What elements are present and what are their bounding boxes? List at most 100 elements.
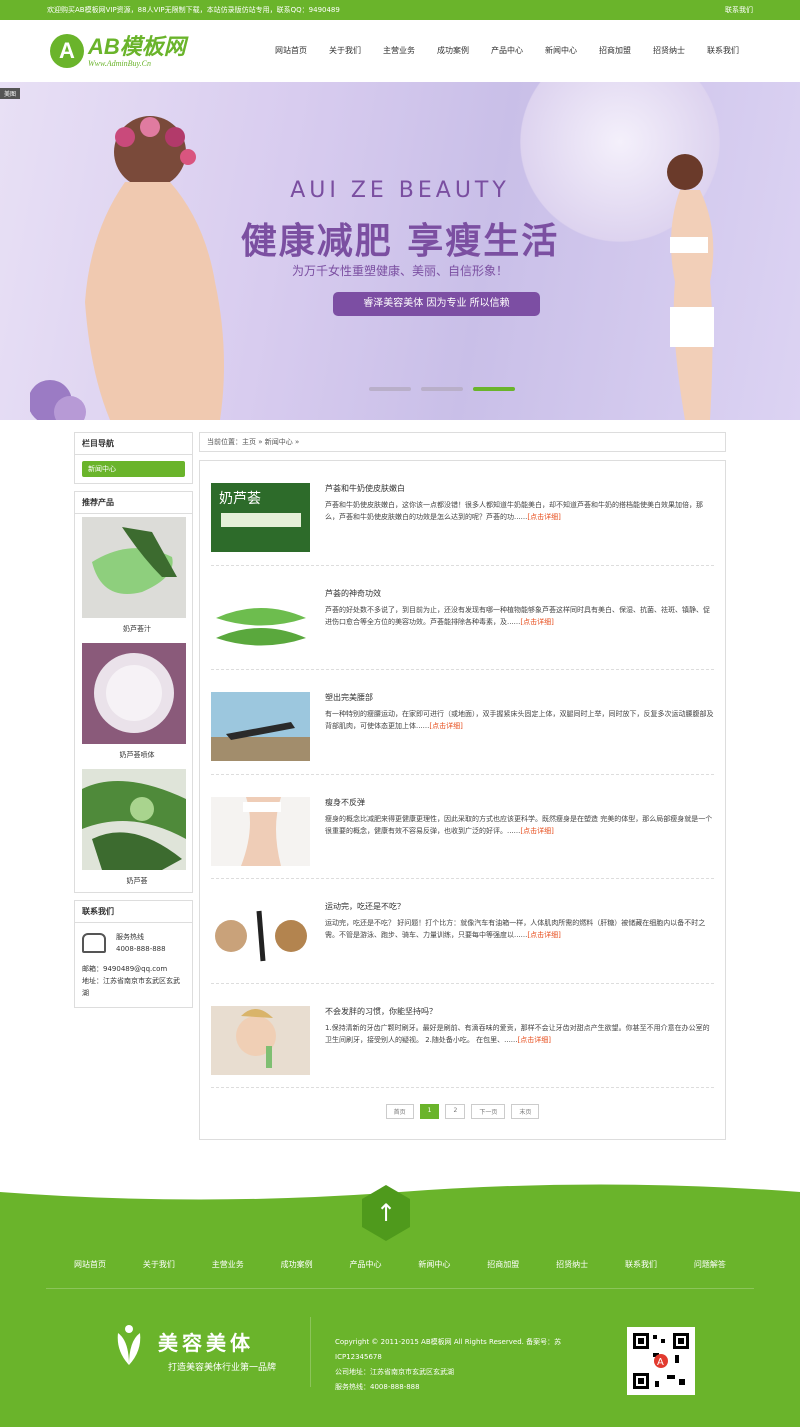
nav-box-title: 栏目导航 — [75, 433, 192, 455]
footer-link[interactable]: 成功案例 — [281, 1259, 313, 1270]
news-thumbnail — [211, 692, 310, 761]
footer-brand-name: 美容美体 — [158, 1331, 254, 1355]
read-more-link[interactable]: [点击详细] — [527, 513, 560, 521]
hotline-label: 服务热线 — [116, 933, 144, 941]
news-list: 奶芦荟 芦荟和牛奶使皮肤嫩白 芦荟和牛奶使皮肤嫩白，这你该一点都没错！很多人都知… — [199, 460, 726, 1140]
product-image — [82, 769, 186, 870]
sidebar-item-news[interactable]: 新闻中心 — [82, 461, 185, 477]
news-desc: 瘦身的概念比减肥来得更健康更理性，因此采取的方式也应该更科学。既然瘦身是在塑造 … — [325, 814, 713, 835]
news-title[interactable]: 不会发胖的习惯，你能坚持吗？ — [325, 1006, 714, 1018]
nav-item-cases[interactable]: 成功案例 — [426, 20, 480, 82]
banner-button[interactable]: 睿泽美容美体 因为专业 所以信赖 — [333, 292, 540, 316]
nav-item-jobs[interactable]: 招贤纳士 — [642, 20, 696, 82]
footer-slogan: 打造美容美体行业第一品牌 — [168, 1363, 277, 1373]
page-first[interactable]: 首页 — [385, 1104, 414, 1119]
read-more-link[interactable]: [点击详细] — [527, 931, 560, 939]
news-title[interactable]: 运动完，吃还是不吃？ — [325, 901, 714, 913]
footer-link[interactable]: 招商加盟 — [487, 1259, 519, 1270]
nav-item-business[interactable]: 主营业务 — [372, 20, 426, 82]
footer: ↑ 网站首页 关于我们 主营业务 成功案例 产品中心 新闻中心 招商加盟 招贤纳… — [0, 1167, 800, 1427]
footer-link[interactable]: 产品中心 — [350, 1259, 382, 1270]
breadcrumb: 当前位置：主页 » 新闻中心 » — [199, 432, 726, 452]
banner-tag: 美图 — [0, 88, 21, 99]
product-image — [82, 643, 186, 744]
slider-dot-active[interactable] — [473, 387, 515, 391]
news-thumbnail — [211, 1005, 310, 1075]
svg-text:A: A — [657, 1357, 664, 1368]
footer-link[interactable]: 关于我们 — [143, 1259, 175, 1270]
hero-banner[interactable]: 美图 AUI ZE BEAUTY 健康减肥 享瘦生活 为万千女性重塑健康、美丽、… — [0, 82, 800, 420]
slider-dots — [369, 387, 515, 391]
nav-item-products[interactable]: 产品中心 — [480, 20, 534, 82]
news-item[interactable]: 塑出完美腰部 有一种特别的瘦腰运动，在家即可进行（或地面），双手握紧床头固定上体… — [211, 670, 714, 775]
nav-item-news[interactable]: 新闻中心 — [534, 20, 588, 82]
read-more-link[interactable]: [点击详细] — [520, 827, 553, 835]
main-nav: 网站首页 关于我们 主营业务 成功案例 产品中心 新闻中心 招商加盟 招贤纳士 … — [264, 20, 750, 82]
slider-dot[interactable] — [421, 387, 463, 391]
footer-link[interactable]: 联系我们 — [625, 1259, 657, 1270]
footer-link[interactable]: 网站首页 — [74, 1259, 106, 1270]
footer-link[interactable]: 新闻中心 — [418, 1259, 450, 1270]
logo-subtitle: Www.AdminBuy.Cn — [88, 58, 151, 68]
news-title[interactable]: 塑出完美腰部 — [325, 692, 714, 704]
news-title[interactable]: 芦荟和牛奶使皮肤嫩白 — [325, 483, 714, 495]
page-last[interactable]: 末页 — [511, 1104, 540, 1119]
copyright: Copyright © 2011-2015 AB模板网 All Rights R… — [335, 1338, 562, 1361]
footer-link[interactable]: 招贤纳士 — [556, 1259, 588, 1270]
pagination: 首页 1 2 下一页 末页 — [211, 1088, 714, 1139]
product-name: 奶芦荟 — [126, 877, 148, 885]
page-next[interactable]: 下一页 — [471, 1104, 506, 1119]
telephone-icon — [82, 933, 106, 953]
leaf-logo-icon — [117, 1325, 141, 1365]
news-item[interactable]: 奶芦荟 芦荟和牛奶使皮肤嫩白 芦荟和牛奶使皮肤嫩白，这你该一点都没错！很多人都知… — [211, 461, 714, 566]
footer-divider — [46, 1288, 754, 1289]
news-thumbnail — [211, 587, 310, 657]
nav-item-franchise[interactable]: 招商加盟 — [588, 20, 642, 82]
nav-item-home[interactable]: 网站首页 — [264, 20, 318, 82]
product-name: 奶芦荟喷体 — [119, 751, 155, 759]
contact-email: 邮箱：9490489@qq.com — [82, 965, 168, 973]
news-item[interactable]: 运动完，吃还是不吃？ 运动完，吃还是不吃？ 好问题！打个比方：就像汽车有油箱一样… — [211, 879, 714, 984]
footer-link[interactable]: 主营业务 — [212, 1259, 244, 1270]
top-bar: 欢迎购买AB模板网VIP资源，88人VIP无限制下载，本站仿录版仿站专用，联系Q… — [0, 0, 800, 20]
news-desc: 运动完，吃还是不吃？ 好问题！打个比方：就像汽车有油箱一样，人体肌肉所需的燃料（… — [325, 919, 706, 939]
news-desc: 芦荟和牛奶使皮肤嫩白，这你该一点都没错！很多人都知道牛奶能美白，却不知道芦荟和牛… — [325, 501, 703, 521]
nav-item-about[interactable]: 关于我们 — [318, 20, 372, 82]
news-thumbnail — [211, 901, 310, 970]
product-card[interactable]: 奶芦荟喷体 — [75, 640, 192, 766]
news-title[interactable]: 瘦身不反弹 — [325, 797, 714, 809]
contact-link[interactable]: 联系我们 — [725, 5, 753, 15]
footer-nav: 网站首页 关于我们 主营业务 成功案例 产品中心 新闻中心 招商加盟 招贤纳士 … — [74, 1259, 726, 1270]
site-logo[interactable]: A AB模板网 Www.AdminBuy.Cn — [50, 34, 186, 68]
news-item[interactable]: 芦荟的神奇功效 芦荟的好处数不多说了，到目前为止，还没有发现有哪一种植物能够象芦… — [211, 566, 714, 670]
page-2[interactable]: 2 — [445, 1104, 466, 1119]
read-more-link[interactable]: [点击详细] — [517, 1036, 550, 1044]
products-box-title: 推荐产品 — [75, 492, 192, 514]
news-desc: 芦荟的好处数不多说了，到目前为止，还没有发现有哪一种植物能够象芦荟这样同时具有美… — [325, 605, 710, 626]
product-card[interactable]: 奶芦荟 — [75, 766, 192, 892]
nav-item-contact[interactable]: 联系我们 — [696, 20, 750, 82]
news-title[interactable]: 芦荟的神奇功效 — [325, 588, 714, 600]
hotline-number: 4008-888-888 — [116, 945, 166, 953]
logo-title: AB模板网 — [88, 33, 186, 59]
footer-link[interactable]: 问题解答 — [694, 1259, 726, 1270]
contact-box-title: 联系我们 — [75, 901, 192, 923]
footer-info: Copyright © 2011-2015 AB模板网 All Rights R… — [335, 1335, 575, 1395]
content: 当前位置：主页 » 新闻中心 » 奶芦荟 芦荟和牛奶使皮肤嫩白 芦荟和牛奶使皮肤… — [199, 432, 726, 1140]
news-item[interactable]: 不会发胖的习惯，你能坚持吗？ 1.保持清新的牙齿广颗时刷牙。最好是刷前、有滴吞味… — [211, 984, 714, 1088]
news-item[interactable]: 瘦身不反弹 瘦身的概念比减肥来得更健康更理性，因此采取的方式也应该更科学。既然瘦… — [211, 775, 714, 879]
nav-box: 栏目导航 新闻中心 — [74, 432, 193, 484]
read-more-link[interactable]: [点击详细] — [429, 722, 462, 730]
sidebar: 栏目导航 新闻中心 推荐产品 奶芦荟汁 奶芦荟喷体 奶芦荟 联系我们 服务热线 … — [74, 432, 193, 1015]
arrow-up-icon: ↑ — [375, 1199, 397, 1227]
read-more-link[interactable]: [点击详细] — [520, 618, 553, 626]
slider-dot[interactable] — [369, 387, 411, 391]
footer-hotline: 服务热线：4008-888-888 — [335, 1383, 420, 1391]
news-thumbnail — [211, 796, 310, 866]
contact-box: 联系我们 服务热线 4008-888-888 邮箱：9490489@qq.com… — [74, 900, 193, 1008]
contact-address: 地址：江苏省南京市玄武区玄武湖 — [82, 977, 180, 997]
qr-code: A — [627, 1327, 695, 1395]
product-name: 奶芦荟汁 — [123, 625, 151, 633]
page-1[interactable]: 1 — [419, 1104, 440, 1119]
product-card[interactable]: 奶芦荟汁 — [75, 514, 192, 640]
